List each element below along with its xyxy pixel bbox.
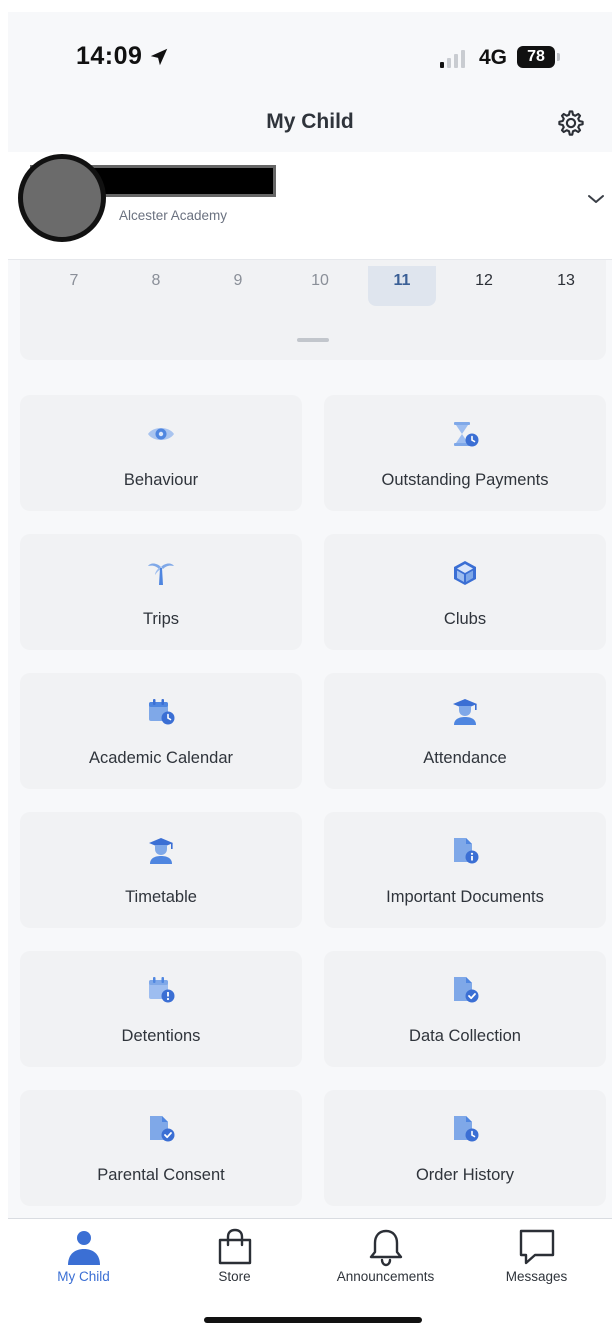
tile-outstanding-payments[interactable]: Outstanding Payments — [324, 395, 606, 511]
chat-bubble-icon — [519, 1229, 554, 1265]
tile-behaviour[interactable]: Behaviour — [20, 395, 302, 511]
tile-attendance[interactable]: Attendance — [324, 673, 606, 789]
tile-label: Timetable — [125, 888, 197, 906]
tile-label: Parental Consent — [97, 1166, 225, 1184]
day-11-selected[interactable]: 11 — [368, 266, 436, 306]
tile-detentions[interactable]: Detentions — [20, 951, 302, 1067]
tile-label: Detentions — [121, 1027, 201, 1045]
tile-order-history[interactable]: Order History — [324, 1090, 606, 1206]
child-selector[interactable]: Alcester Academy — [8, 152, 612, 260]
page-title: My Child — [266, 110, 354, 133]
graduate-icon — [453, 699, 477, 725]
battery-tip — [557, 53, 560, 61]
tile-clubs[interactable]: Clubs — [324, 534, 606, 650]
bell-icon — [369, 1229, 402, 1267]
tile-label: Important Documents — [386, 888, 544, 906]
day-10[interactable]: 10 — [286, 266, 354, 306]
cube-icon — [454, 561, 476, 585]
palm-tree-icon — [148, 563, 174, 585]
document-info-icon — [454, 838, 479, 864]
tile-timetable[interactable]: Timetable — [20, 812, 302, 928]
calendar-clock-icon — [149, 699, 175, 725]
app-screen: 14:09 4G 78 My Child Alcester Academy 7 … — [8, 12, 612, 1324]
school-name: Alcester Academy — [119, 208, 228, 223]
day-12[interactable]: 12 — [450, 266, 518, 306]
document-check-icon — [454, 977, 479, 1003]
tab-label: My Child — [57, 1269, 110, 1284]
day-8[interactable]: 8 — [122, 266, 190, 306]
week-strip: 7 8 9 10 11 12 13 — [20, 260, 606, 360]
tab-announcements[interactable]: Announcements — [310, 1219, 461, 1299]
eye-icon — [148, 428, 174, 440]
document-clock-icon — [454, 1116, 479, 1142]
tile-label: Order History — [415, 1166, 515, 1184]
tab-label: Messages — [505, 1269, 568, 1284]
tab-bar: My Child Store Announcements Messages — [8, 1218, 612, 1324]
tile-label: Attendance — [423, 749, 507, 767]
tile-label: Behaviour — [123, 471, 199, 489]
expand-handle[interactable] — [297, 338, 329, 342]
cellular-signal-icon — [440, 50, 465, 68]
tile-label: Clubs — [443, 610, 487, 628]
calendar-alert-icon — [149, 977, 175, 1003]
tab-messages[interactable]: Messages — [461, 1219, 612, 1299]
day-7[interactable]: 7 — [40, 266, 108, 306]
tile-academic-calendar[interactable]: Academic Calendar — [20, 673, 302, 789]
tile-label: Trips — [142, 610, 180, 628]
gear-icon[interactable] — [556, 108, 586, 138]
avatar — [18, 154, 106, 242]
tile-label: Outstanding Payments — [381, 471, 549, 489]
tile-trips[interactable]: Trips — [20, 534, 302, 650]
status-time: 14:09 — [76, 42, 143, 70]
tile-label: Data Collection — [409, 1027, 521, 1045]
nav-header: My Child — [8, 100, 612, 152]
hourglass-clock-icon — [454, 422, 479, 447]
day-13[interactable]: 13 — [532, 266, 600, 306]
tab-label: Announcements — [336, 1269, 435, 1284]
location-arrow-icon — [150, 48, 168, 66]
tile-label: Academic Calendar — [89, 749, 233, 767]
day-9[interactable]: 9 — [204, 266, 272, 306]
status-bar: 14:09 4G 78 — [8, 12, 612, 100]
tab-my-child[interactable]: My Child — [8, 1219, 159, 1299]
tile-parental-consent[interactable]: Parental Consent — [20, 1090, 302, 1206]
tab-store[interactable]: Store — [159, 1219, 310, 1299]
chevron-down-icon[interactable] — [586, 192, 606, 206]
graduate-icon — [149, 838, 173, 864]
person-icon — [67, 1231, 100, 1265]
network-type: 4G — [479, 46, 508, 69]
tab-label: Store — [218, 1269, 251, 1284]
home-indicator[interactable] — [204, 1317, 422, 1323]
battery-icon: 78 — [517, 46, 555, 68]
tile-data-collection[interactable]: Data Collection — [324, 951, 606, 1067]
tile-important-documents[interactable]: Important Documents — [324, 812, 606, 928]
shopping-bag-icon — [218, 1228, 251, 1265]
document-check-icon — [150, 1116, 175, 1142]
